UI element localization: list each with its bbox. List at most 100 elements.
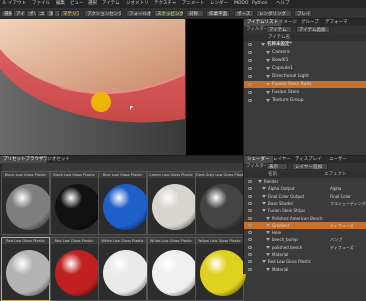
tab-image[interactable]: イメージ	[276, 19, 300, 26]
shader-row[interactable]: Material	[244, 266, 366, 273]
tab-deformers[interactable]: デフォーマ	[322, 19, 351, 26]
item-row[interactable]: Capsule1	[244, 65, 366, 72]
visibility-eye-icon[interactable]	[248, 83, 252, 86]
menu-item[interactable]: テクスチャ	[154, 1, 176, 7]
add-item-button[interactable]: アイテム追加	[296, 26, 330, 33]
item-row[interactable]: Texture Group	[244, 97, 366, 104]
tab-user[interactable]: ユーザー	[326, 156, 350, 163]
visibility-eye-icon[interactable]	[248, 187, 252, 191]
menu-item[interactable]: ジオメトリ	[126, 1, 149, 7]
menu-item[interactable]: ファイル	[32, 1, 50, 7]
shader-row[interactable]: polished beech ディフューズ	[244, 244, 366, 251]
menu-item[interactable]: 編集	[56, 1, 65, 7]
item-row[interactable]: Bowl01	[244, 57, 366, 64]
preset-tile[interactable]: Dark Grey Low Gloss Plastic	[195, 171, 246, 235]
tab-groups[interactable]: グループ	[298, 19, 322, 26]
visibility-eye-icon[interactable]	[248, 51, 252, 54]
menu-item[interactable]: 選択	[88, 1, 97, 7]
expand-arrow-icon[interactable]	[266, 245, 270, 249]
shader-row[interactable]: Render	[244, 178, 366, 185]
expand-arrow-icon[interactable]	[258, 180, 262, 183]
shader-filter-dropdown[interactable]: 表示	[266, 163, 288, 170]
shader-row[interactable]: Red Low Gloss Plastic	[244, 258, 366, 265]
shader-row[interactable]: Material	[244, 251, 366, 258]
menu-item[interactable]: イアウト	[8, 1, 26, 7]
visibility-eye-icon[interactable]	[248, 231, 252, 235]
item-row[interactable]: 名称未設定*	[244, 41, 366, 48]
shader-row[interactable]: Fusion Stein Strips	[244, 207, 366, 214]
visibility-eye-icon[interactable]	[248, 209, 252, 213]
visibility-eye-icon[interactable]	[248, 201, 252, 205]
visibility-eye-icon[interactable]	[248, 59, 252, 62]
shader-row[interactable]: Alpha Output Alpha	[244, 185, 366, 192]
visibility-eye-icon[interactable]	[248, 194, 252, 198]
expand-arrow-icon[interactable]	[262, 187, 266, 191]
preset-tile[interactable]: Black Low Gloss Plastic	[49, 171, 101, 235]
preset-tile[interactable]: Blue Low Gloss Plastic	[98, 171, 149, 235]
menu-item[interactable]: アニメート	[182, 1, 204, 7]
menu-item[interactable]: Python	[252, 1, 268, 7]
expand-arrow-icon[interactable]	[262, 260, 266, 264]
edge-mode-button[interactable]: エッジ	[37, 10, 46, 17]
visibility-eye-icon[interactable]	[248, 216, 252, 220]
expand-arrow-icon[interactable]	[262, 194, 266, 198]
expand-arrow-icon[interactable]	[266, 75, 270, 78]
select-mode-button[interactable]: 選択	[1, 10, 13, 17]
visibility-eye-icon[interactable]	[248, 238, 252, 242]
expand-arrow-icon[interactable]	[266, 59, 270, 62]
render-mode-button[interactable]: レンダリング	[256, 10, 292, 17]
menu-item[interactable]: MODO	[234, 1, 248, 7]
tab-radio-set[interactable]: ラジオセット	[40, 156, 73, 163]
visibility-eye-icon[interactable]	[248, 267, 252, 271]
3d-viewport[interactable]	[0, 19, 243, 155]
expand-arrow-icon[interactable]	[266, 253, 270, 256]
item-row[interactable]: Directional Light	[244, 73, 366, 80]
visibility-eye-icon[interactable]	[248, 67, 252, 70]
item-row[interactable]: Fusion Stein Rods	[244, 81, 366, 88]
shader-row[interactable]: Polished American Beech	[244, 215, 366, 222]
workplane-dropdown[interactable]: 作業平面	[206, 10, 230, 17]
expand-arrow-icon[interactable]	[262, 201, 266, 205]
visibility-eye-icon[interactable]	[248, 91, 252, 94]
tab-display[interactable]: ディスプレイ	[292, 156, 325, 163]
shader-row[interactable]: Gradient ディフューズ	[244, 221, 366, 229]
preset-tile[interactable]: White Low Gloss Plastic	[146, 237, 198, 301]
action-center-dropdown[interactable]: アクションセンター	[84, 10, 122, 17]
shader-row[interactable]: beech_bump バンプ	[244, 236, 366, 243]
expand-arrow-icon[interactable]	[266, 51, 270, 54]
visibility-eye-icon[interactable]	[248, 245, 252, 249]
preset-tile[interactable]: Red Low Gloss Plastic	[49, 237, 101, 301]
menu-item[interactable]: ル	[2, 1, 7, 7]
visibility-eye-icon[interactable]	[248, 260, 252, 264]
item-row[interactable]: Fusion Stein	[244, 89, 366, 96]
expand-arrow-icon[interactable]	[266, 91, 270, 94]
expand-arrow-icon[interactable]	[266, 99, 270, 102]
polygon-mode-button[interactable]: ポリゴン	[26, 10, 37, 17]
shader-row[interactable]: Base Shader フルシェーディング	[244, 200, 366, 207]
expand-arrow-icon[interactable]	[266, 223, 270, 227]
vertex-mode-button[interactable]: 頂点	[46, 10, 54, 17]
expand-arrow-icon[interactable]	[266, 83, 270, 86]
pose-mode-button[interactable]: ポーズ	[234, 10, 254, 17]
expand-arrow-icon[interactable]	[266, 67, 270, 70]
visibility-eye-icon[interactable]	[248, 223, 252, 227]
tab-layers[interactable]: レイヤー	[270, 156, 294, 163]
shader-row[interactable]: Hole	[244, 229, 366, 236]
preset-tile[interactable]: White Low Gloss Plastic	[98, 237, 149, 301]
expand-arrow-icon[interactable]	[266, 238, 270, 242]
symmetry-dropdown[interactable]: 対称	[186, 10, 204, 17]
preset-tile[interactable]: Yellow Low Gloss Plastic	[195, 237, 246, 301]
expand-arrow-icon[interactable]	[262, 209, 266, 213]
snapping-toggle[interactable]: スナッピング	[154, 10, 184, 17]
visibility-eye-icon[interactable]	[248, 75, 252, 78]
expand-arrow-icon[interactable]	[266, 267, 270, 271]
visibility-eye-icon[interactable]	[248, 253, 252, 256]
play-mode-button[interactable]: プレイ	[294, 10, 312, 17]
menu-item[interactable]: ヘルプ	[276, 1, 290, 7]
filter-dropdown[interactable]: アイテム	[266, 26, 292, 33]
expand-arrow-icon[interactable]	[266, 216, 270, 220]
item-mode-button[interactable]: アイテム	[13, 10, 26, 17]
menu-item[interactable]: アイテム	[102, 1, 120, 7]
expand-arrow-icon[interactable]	[266, 231, 270, 235]
visibility-eye-icon[interactable]	[248, 180, 252, 183]
